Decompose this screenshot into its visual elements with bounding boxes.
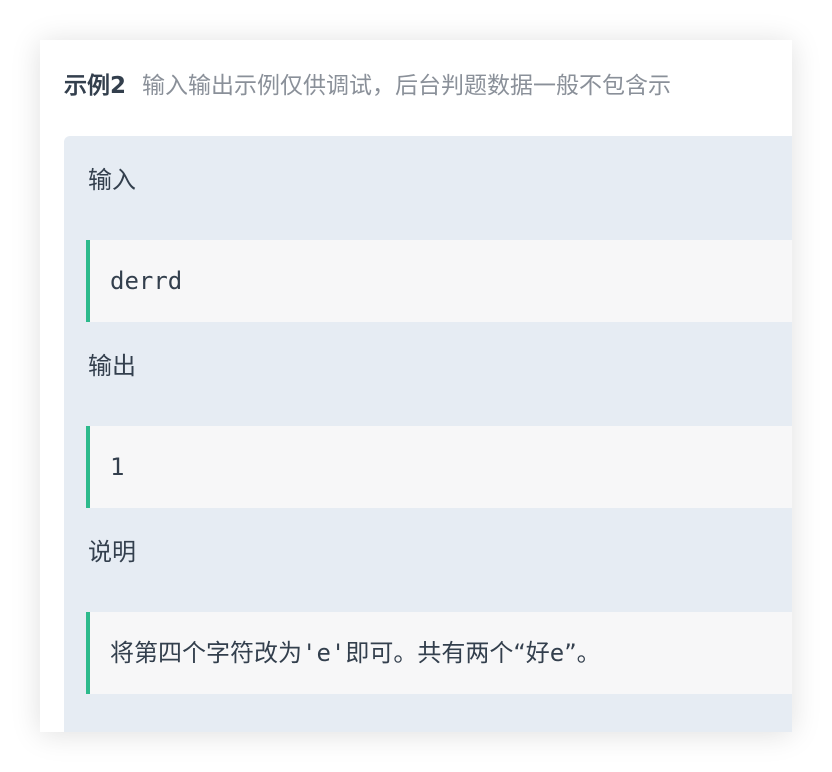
output-label: 输出: [88, 352, 136, 380]
explanation-label: 说明: [88, 538, 136, 566]
output-code-block[interactable]: 1: [86, 426, 792, 508]
explanation-text: 将第四个字符改为'e'即可。共有两个“好e”。: [110, 636, 601, 670]
input-code-block[interactable]: derrd: [86, 240, 792, 322]
explanation-text-middle: 即可。共有两个“好: [345, 639, 550, 667]
explanation-block: 将第四个字符改为'e'即可。共有两个“好e”。: [86, 612, 792, 694]
example-panel: 输入 derrd 输出 1 说明 将第四个字符改为'e'即可。共有两个“好e”。: [64, 136, 792, 732]
input-label: 输入: [88, 166, 136, 194]
explanation-code-char-2: e: [549, 639, 565, 667]
example-header: 示例2 输入输出示例仅供调试，后台判题数据一般不包含示: [64, 68, 671, 104]
output-value: 1: [110, 453, 125, 481]
explanation-text-after: ”。: [564, 639, 601, 667]
explanation-text-before: 将第四个字符改为: [110, 639, 302, 667]
explanation-code-char: 'e': [302, 639, 346, 667]
example-note: 输入输出示例仅供调试，后台判题数据一般不包含示: [142, 73, 672, 99]
example-card: 示例2 输入输出示例仅供调试，后台判题数据一般不包含示 输入 derrd 输出 1…: [40, 40, 792, 732]
input-value: derrd: [110, 267, 183, 295]
example-title: 示例2: [64, 73, 127, 99]
